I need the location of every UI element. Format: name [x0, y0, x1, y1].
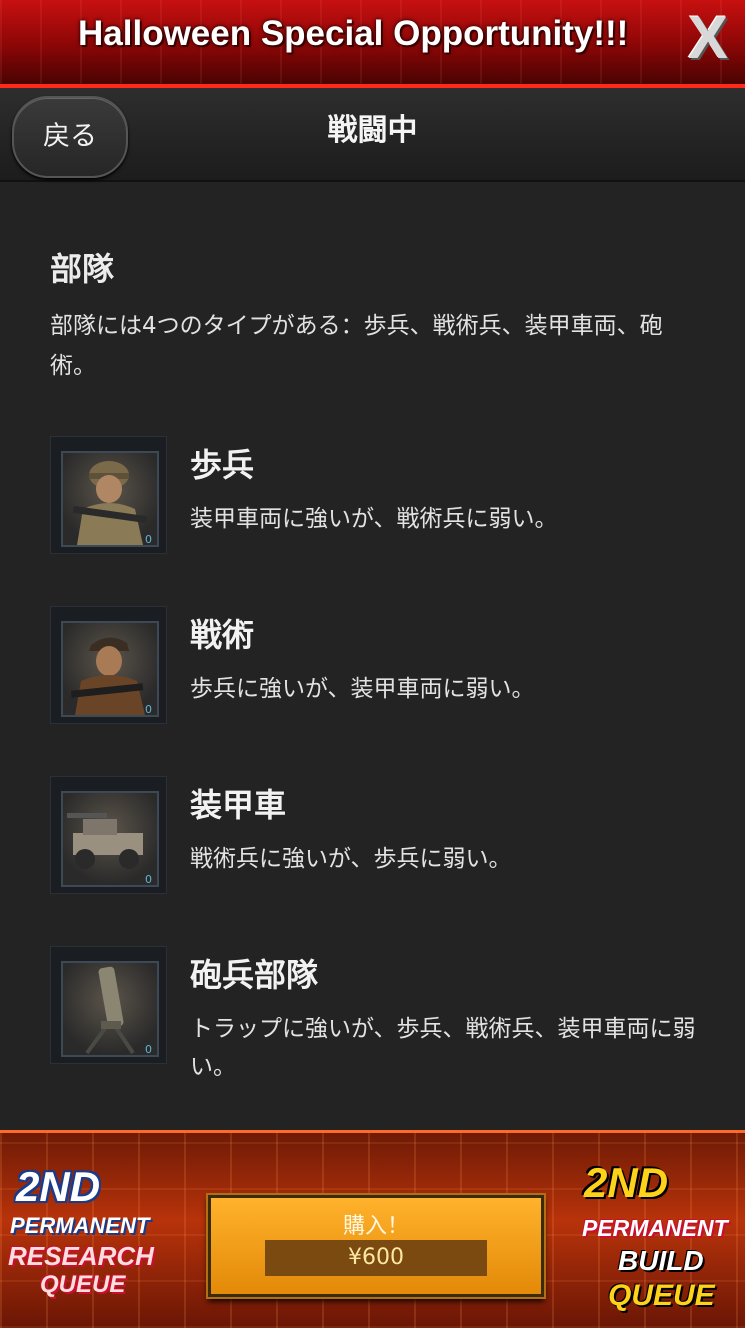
- unit-row-armored: 0 装甲車 戦術兵に強いが、歩兵に弱い。: [0, 776, 745, 906]
- badge-queue-label: QUEUE: [40, 1271, 126, 1298]
- unit-thumbnail: 0: [50, 436, 167, 554]
- unit-description: 戦術兵に強いが、歩兵に弱い。: [190, 846, 512, 872]
- research-queue-badge[interactable]: 2ND PERMANENT RESEARCH QUEUE: [6, 1153, 171, 1323]
- close-icon[interactable]: X: [680, 6, 736, 70]
- section-description: 部隊には4つのタイプがある：歩兵、戦術兵、装甲車両、砲術。: [50, 313, 663, 379]
- badge-2nd-label: 2ND: [584, 1159, 669, 1206]
- unit-description: トラップに強いが、歩兵、戦術兵、装甲車両に弱い。: [190, 1016, 696, 1080]
- bottom-offer-banner[interactable]: 2ND PERMANENT RESEARCH QUEUE 購入！ ¥600 2N…: [0, 1130, 745, 1328]
- unit-count: 0: [145, 873, 152, 886]
- badge-permanent-label: PERMANENT: [582, 1215, 728, 1241]
- unit-row-tactical: 0 戦術 歩兵に強いが、装甲車両に弱い。: [0, 606, 745, 736]
- badge-research-label: RESEARCH: [8, 1241, 154, 1271]
- unit-count: 0: [145, 1043, 152, 1056]
- badge-permanent-label: PERMANENT: [10, 1213, 150, 1238]
- unit-thumbnail: 0: [50, 946, 167, 1064]
- unit-row-artillery: 0 砲兵部隊 トラップに強いが、歩兵、戦術兵、装甲車両に弱い。: [0, 946, 745, 1080]
- buy-label: 購入！: [342, 1214, 409, 1239]
- unit-name: 歩兵: [190, 446, 255, 484]
- back-button[interactable]: 戻る: [12, 96, 128, 178]
- promo-banner[interactable]: Halloween Special Opportunity!!! X: [0, 0, 745, 88]
- unit-description: 装甲車両に強いが、戦術兵に弱い。: [190, 506, 558, 532]
- badge-build-label: BUILD: [618, 1245, 704, 1276]
- unit-thumbnail: 0: [50, 776, 167, 894]
- unit-name: 装甲車: [190, 786, 287, 824]
- tactical-soldier-icon: [70, 637, 145, 715]
- unit-description: 歩兵に強いが、装甲車両に弱い。: [190, 676, 535, 702]
- header-bar: 戦闘中 戻る: [0, 88, 745, 182]
- unit-name: 砲兵部隊: [190, 956, 319, 994]
- unit-name: 戦術: [190, 616, 255, 654]
- buy-button[interactable]: 購入！ ¥600: [208, 1195, 544, 1297]
- badge-2nd-label: 2ND: [16, 1163, 101, 1210]
- promo-title[interactable]: Halloween Special Opportunity!!!: [78, 14, 628, 54]
- mortar-icon: [85, 966, 135, 1055]
- soldier-icon: [72, 461, 148, 545]
- unit-count: 0: [145, 533, 152, 546]
- unit-count: 0: [145, 703, 152, 716]
- section-title: 部隊: [50, 250, 115, 288]
- price-label: ¥600: [265, 1240, 487, 1276]
- help-content: 部隊 部隊には4つのタイプがある：歩兵、戦術兵、装甲車両、砲術。 0 歩兵 装甲…: [0, 180, 745, 1130]
- build-queue-badge[interactable]: 2ND PERMANENT BUILD QUEUE: [578, 1153, 743, 1323]
- unit-row-infantry: 0 歩兵 装甲車両に強いが、戦術兵に弱い。: [0, 436, 745, 566]
- unit-thumbnail: 0: [50, 606, 167, 724]
- armored-vehicle-icon: [67, 813, 143, 869]
- badge-queue-label: QUEUE: [608, 1279, 715, 1312]
